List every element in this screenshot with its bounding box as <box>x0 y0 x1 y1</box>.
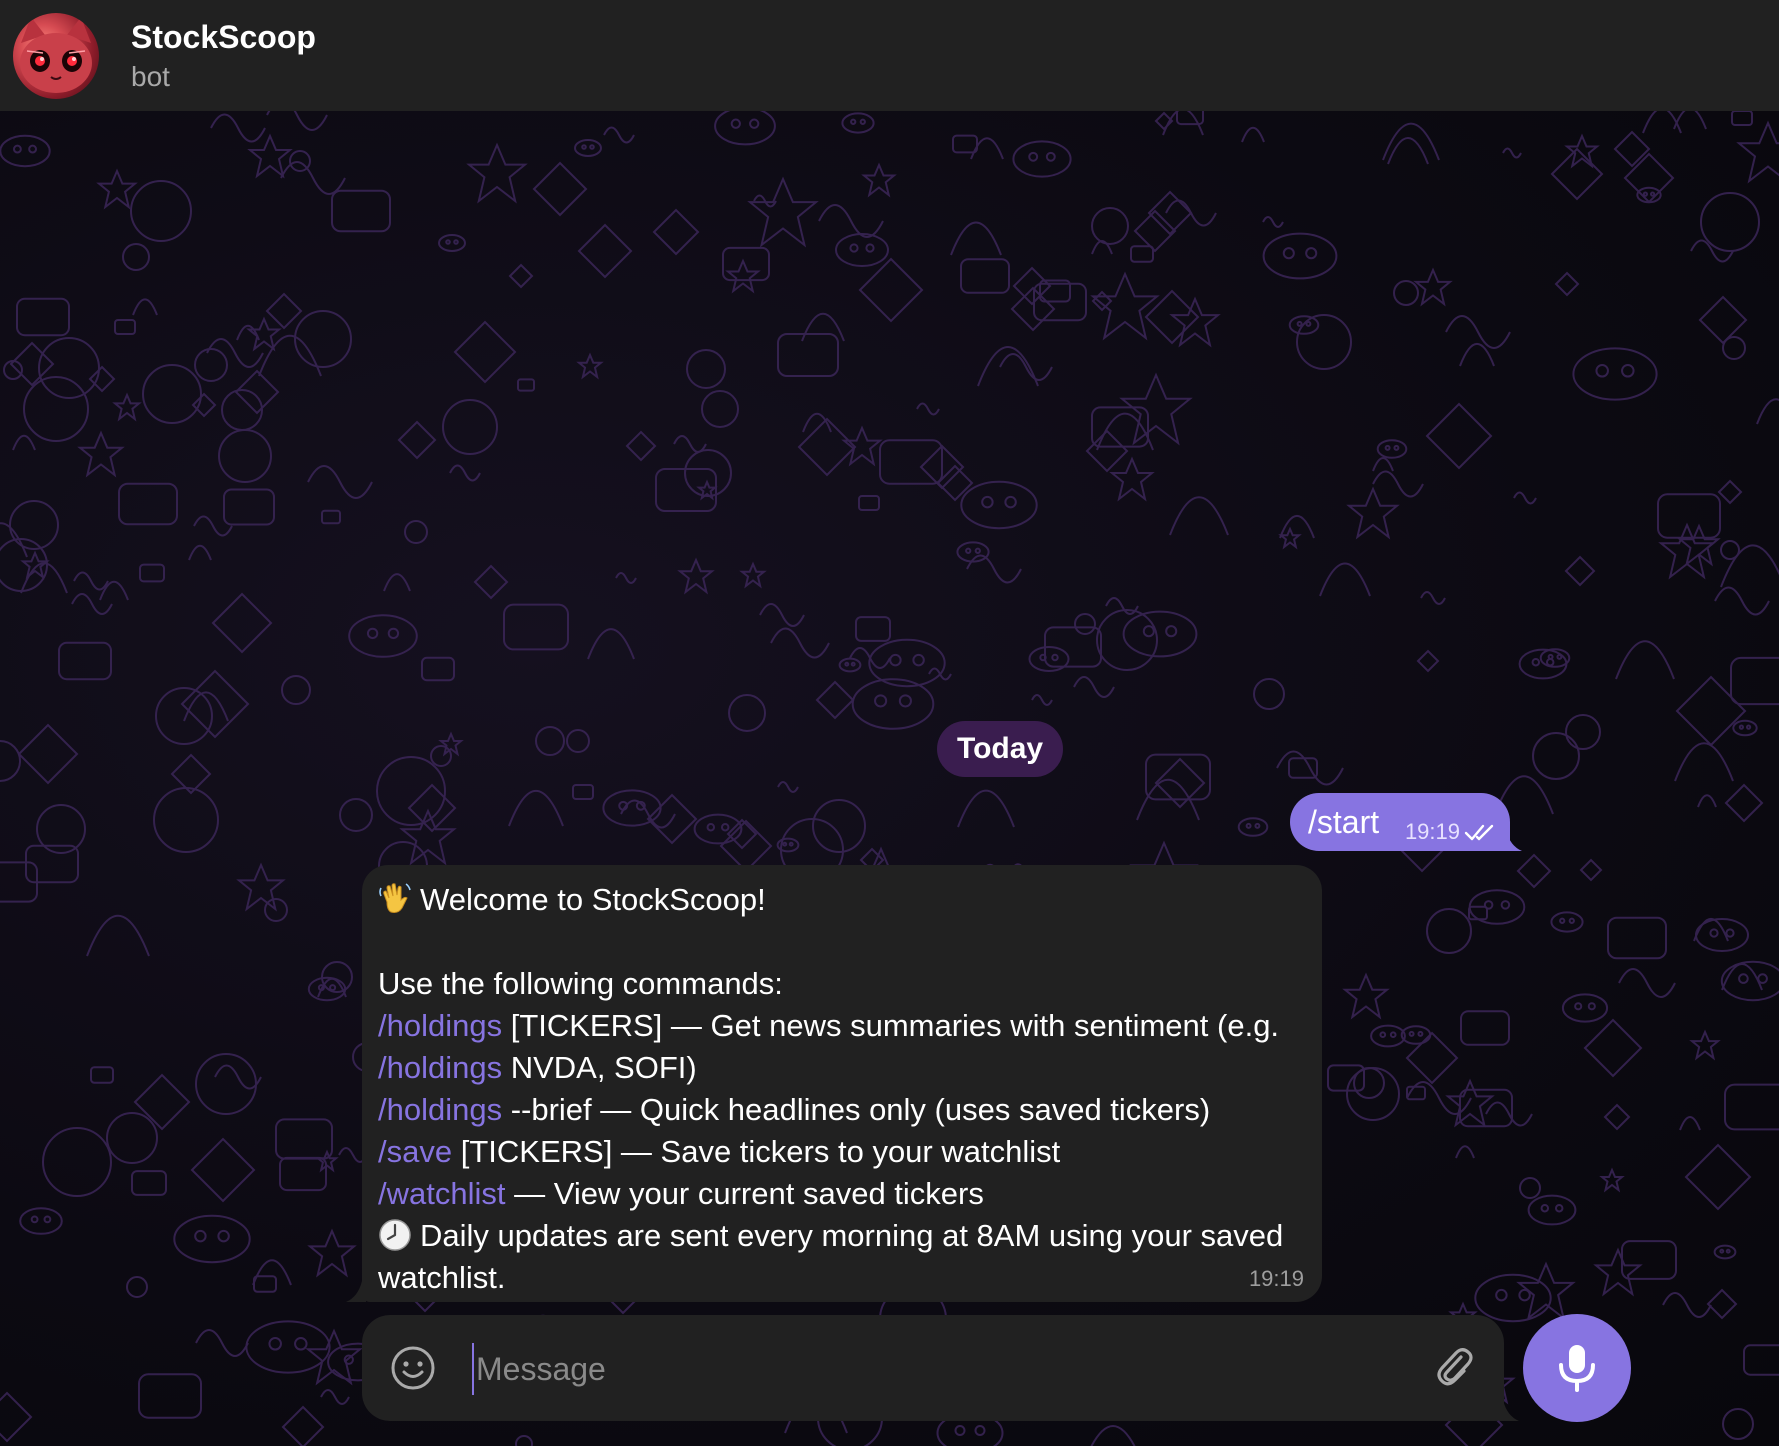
command-link-watchlist[interactable]: /watchlist <box>378 1176 505 1211</box>
command-link-holdings[interactable]: /holdings <box>378 1092 502 1127</box>
message-text: --brief — Quick headlines only (uses sav… <box>502 1092 1211 1127</box>
message-meta: 19:19 <box>1405 819 1496 845</box>
emoji-smiley-icon[interactable] <box>390 1345 436 1391</box>
double-check-icon <box>1464 824 1494 841</box>
message-text: [TICKERS] — Get news summaries with sent… <box>502 1008 1280 1043</box>
clock-icon <box>379 1219 411 1251</box>
message-line: Daily updates are sent every morning at … <box>378 1215 1306 1257</box>
message-text: — View your current saved tickers <box>505 1176 984 1211</box>
chat-header[interactable]: StockScoop bot <box>0 0 1779 111</box>
message-composer <box>362 1315 1504 1421</box>
waving-hand-icon <box>379 883 411 913</box>
paperclip-attach-icon[interactable] <box>1430 1343 1478 1391</box>
command-link-save[interactable]: /save <box>378 1134 452 1169</box>
red-cat-avatar-icon <box>20 16 92 93</box>
message-line: /watchlist — View your current saved tic… <box>378 1173 1306 1215</box>
message-line-blank <box>378 921 1306 963</box>
message-text: Daily updates are sent every morning at … <box>420 1218 1284 1253</box>
outgoing-bubble-tail <box>1502 830 1522 851</box>
bot-avatar[interactable] <box>13 12 99 99</box>
incoming-message[interactable]: Welcome to StockScoop! Use the following… <box>362 865 1322 1302</box>
command-link-holdings[interactable]: /holdings <box>378 1008 502 1043</box>
incoming-bubble-tail <box>346 1281 366 1302</box>
message-line: /holdings [TICKERS] — Get news summaries… <box>378 1005 1306 1047</box>
chat-subtitle: bot <box>131 60 170 92</box>
message-text: [TICKERS] — Save tickers to your watchli… <box>452 1134 1061 1169</box>
message-line: /save [TICKERS] — Save tickers to your w… <box>378 1131 1306 1173</box>
message-time: 19:19 <box>1404 819 1460 844</box>
message-input[interactable] <box>472 1343 1378 1395</box>
command-link-holdings[interactable]: /holdings <box>378 1050 502 1085</box>
message-text: Welcome to StockScoop! <box>420 882 766 917</box>
message-line: Welcome to StockScoop! <box>378 879 1306 921</box>
message-line: /holdings --brief — Quick headlines only… <box>378 1089 1306 1131</box>
message-line: watchlist. <box>378 1257 1306 1299</box>
telegram-app: StockScoop bot Today /start 19:19 Welcom… <box>0 0 1779 1446</box>
microphone-icon <box>1559 1345 1595 1392</box>
message-text: Use the following commands: <box>378 966 783 1001</box>
chat-title: StockScoop <box>131 18 316 55</box>
outgoing-message[interactable]: /start 19:19 <box>1290 793 1510 851</box>
date-separator: Today <box>937 721 1064 777</box>
composer-tail <box>1499 1400 1519 1421</box>
message-text: /start <box>1308 804 1380 840</box>
header-text: StockScoop bot <box>131 17 316 95</box>
message-time: 19:19 <box>1248 1266 1304 1291</box>
message-line: Use the following commands: <box>378 963 1306 1005</box>
voice-record-button[interactable] <box>1523 1314 1631 1422</box>
message-line: /holdings NVDA, SOFI) <box>378 1047 1306 1089</box>
message-text: NVDA, SOFI) <box>502 1050 697 1085</box>
message-text: watchlist. <box>378 1260 506 1295</box>
